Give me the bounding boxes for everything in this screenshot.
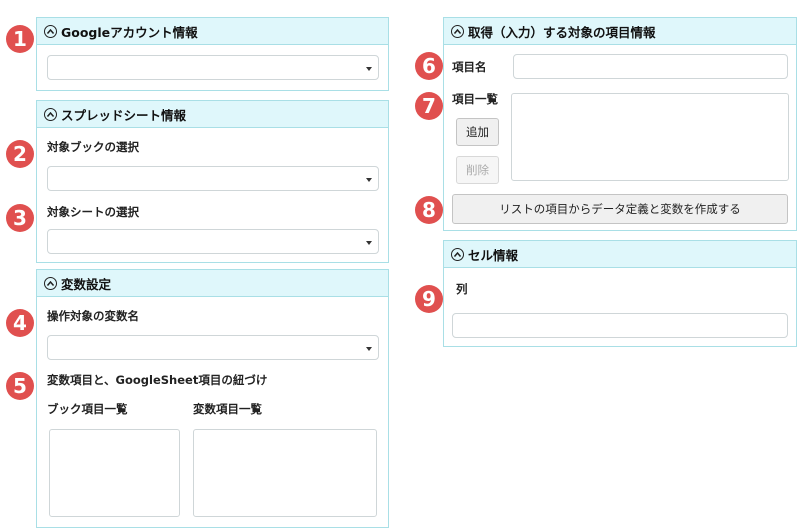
step-marker-2: 2 — [6, 140, 34, 168]
collapse-chevron-icon — [44, 107, 57, 121]
column-input[interactable] — [452, 313, 788, 338]
variable-items-label: 変数項目一覧 — [193, 402, 262, 416]
step-marker-8: 8 — [415, 196, 443, 224]
book-select-label: 対象ブックの選択 — [47, 140, 139, 154]
dropdown-caret-icon — [366, 241, 372, 245]
item-name-input[interactable] — [513, 54, 788, 79]
step-marker-9: 9 — [415, 285, 443, 313]
spreadsheet-header[interactable]: スプレッドシート情報 — [37, 101, 388, 128]
sheet-select[interactable] — [47, 229, 379, 254]
target-item-panel: 取得（入力）する対象の項目情報 項目名 項目一覧 追加 削除 リストの項目からデ… — [443, 17, 797, 231]
variable-name-select[interactable] — [47, 335, 379, 360]
step-marker-1: 1 — [6, 25, 34, 53]
variable-settings-panel: 変数設定 操作対象の変数名 変数項目と、GoogleSheet項目の紐づけ ブッ… — [36, 269, 389, 528]
panel-title: 変数設定 — [61, 276, 112, 292]
google-account-header[interactable]: Googleアカウント情報 — [37, 18, 388, 45]
collapse-chevron-icon — [451, 24, 464, 38]
add-button[interactable]: 追加 — [456, 118, 499, 146]
variable-items-list[interactable] — [193, 429, 377, 517]
delete-button[interactable]: 削除 — [456, 156, 499, 184]
google-account-select[interactable] — [47, 55, 379, 80]
column-label: 列 — [456, 282, 468, 296]
collapse-chevron-icon — [44, 276, 57, 290]
collapse-chevron-icon — [44, 24, 57, 38]
step-marker-5: 5 — [6, 372, 34, 400]
sheet-select-label: 対象シートの選択 — [47, 205, 139, 219]
panel-title: セル情報 — [468, 247, 519, 263]
mapping-label: 変数項目と、GoogleSheet項目の紐づけ — [47, 373, 268, 387]
variable-settings-header[interactable]: 変数設定 — [37, 270, 388, 297]
collapse-chevron-icon — [451, 247, 464, 261]
step-marker-7: 7 — [415, 92, 443, 120]
book-items-list[interactable] — [49, 429, 180, 517]
panel-title: 取得（入力）する対象の項目情報 — [468, 24, 656, 40]
cell-info-panel: セル情報 列 — [443, 240, 797, 347]
panel-title: スプレッドシート情報 — [61, 107, 187, 123]
item-name-label: 項目名 — [452, 60, 487, 74]
google-account-panel: Googleアカウント情報 — [36, 17, 389, 91]
item-list-label: 項目一覧 — [452, 92, 498, 106]
step-marker-4: 4 — [6, 309, 34, 337]
variable-name-label: 操作対象の変数名 — [47, 309, 139, 323]
item-list-box[interactable] — [511, 93, 789, 181]
spreadsheet-panel: スプレッドシート情報 対象ブックの選択 対象シートの選択 — [36, 100, 389, 263]
panel-title: Googleアカウント情報 — [61, 24, 198, 40]
book-items-label: ブック項目一覧 — [47, 402, 128, 416]
step-marker-6: 6 — [415, 52, 443, 80]
dropdown-caret-icon — [366, 178, 372, 182]
target-item-header[interactable]: 取得（入力）する対象の項目情報 — [444, 18, 796, 45]
cell-info-header[interactable]: セル情報 — [444, 241, 796, 268]
dropdown-caret-icon — [366, 347, 372, 351]
step-marker-3: 3 — [6, 204, 34, 232]
create-definition-button[interactable]: リストの項目からデータ定義と変数を作成する — [452, 194, 788, 224]
dropdown-caret-icon — [366, 67, 372, 71]
book-select[interactable] — [47, 166, 379, 191]
